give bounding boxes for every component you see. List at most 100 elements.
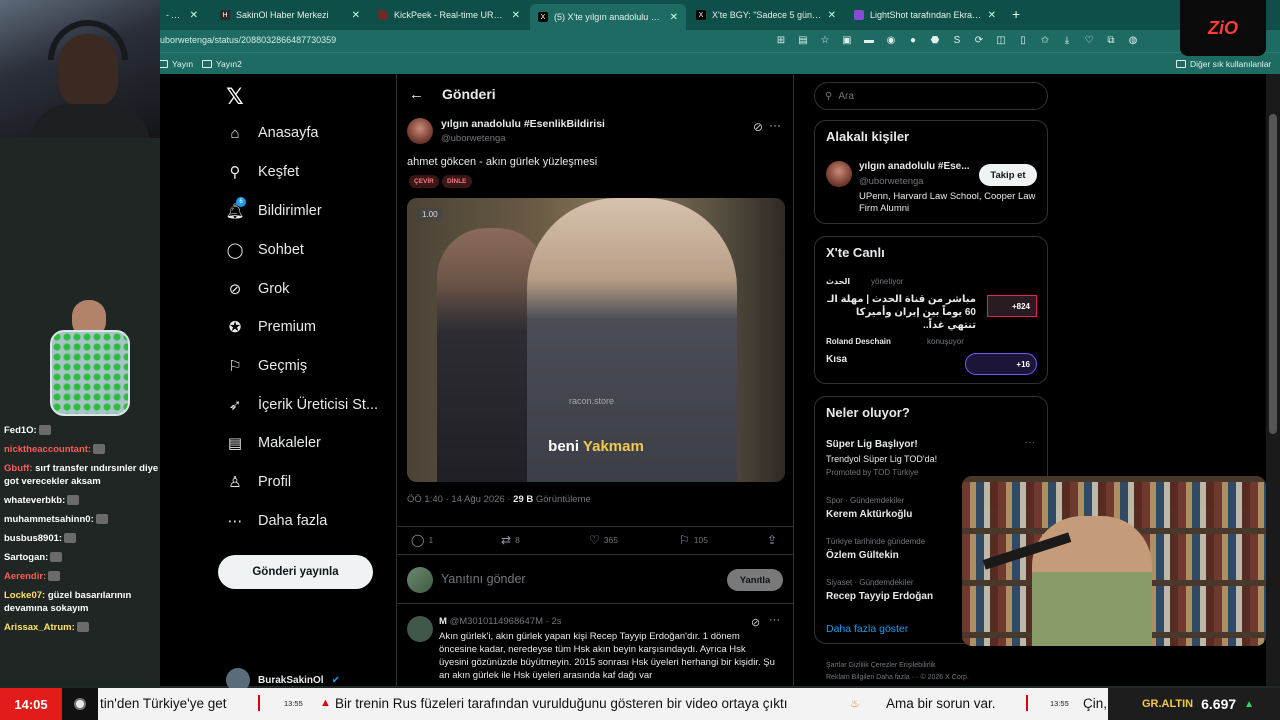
- tab-lightshot[interactable]: LightShot tarafından Ekran Görün ✕: [846, 4, 1004, 26]
- close-icon[interactable]: ✕: [670, 12, 678, 23]
- tab-sakinol[interactable]: H SakinOl Haber Merkezi ✕: [212, 4, 368, 26]
- split-view-icon[interactable]: ◫: [994, 34, 1008, 48]
- post-timestamp[interactable]: ÖÖ 1:40 · 14 Ağu 2026 ·: [407, 494, 513, 505]
- sidebar-icon[interactable]: ▯: [1016, 34, 1030, 48]
- close-icon[interactable]: ✕: [512, 10, 520, 21]
- bookmarks-bar: Yayın Yayın2 Diğer sık kullanılanlar: [0, 52, 1280, 74]
- bookmark-action[interactable]: ⚐ 105: [679, 533, 708, 547]
- related-name[interactable]: yılgın anadolulu #Ese...: [859, 161, 970, 172]
- extension-icon[interactable]: ▬: [862, 34, 876, 48]
- like-action[interactable]: ♡ 365: [589, 533, 618, 547]
- nav-item-bookmarks[interactable]: ⚐ Geçmiş: [226, 357, 307, 375]
- reply-action[interactable]: ◯ 1: [411, 533, 433, 547]
- bookmark-label: Diğer sık kullanılanlar: [1190, 59, 1272, 69]
- post-button[interactable]: Gönderi yayınla: [218, 555, 373, 589]
- author-handle[interactable]: @uborwetenga: [441, 133, 605, 144]
- close-icon[interactable]: ✕: [190, 10, 198, 21]
- download-icon[interactable]: ⤓: [1060, 34, 1074, 48]
- reply-author-handle[interactable]: @M3010114968647M · 2s: [450, 616, 562, 627]
- bookmark-yayin[interactable]: Yayın: [158, 59, 193, 69]
- translate-pill[interactable]: ÇEVİR: [409, 175, 439, 188]
- close-icon[interactable]: ✕: [988, 10, 996, 21]
- nav-item-chat[interactable]: ◯ Sohbet: [226, 241, 304, 259]
- close-icon[interactable]: ✕: [828, 10, 836, 21]
- nav-item-profile[interactable]: ♙ Profil: [226, 473, 291, 491]
- bookmark-icon: ⚐: [679, 533, 690, 547]
- premium-icon: ✪: [228, 319, 242, 336]
- extension-icon[interactable]: ⬣: [928, 34, 942, 48]
- listen-pill[interactable]: DİNLE: [442, 175, 472, 188]
- search-icon: ⚲: [825, 90, 833, 102]
- more-options-icon[interactable]: ···: [769, 118, 781, 132]
- nav-item-articles[interactable]: ▤ Makaleler: [226, 434, 321, 452]
- share-action[interactable]: ⇪: [767, 533, 777, 547]
- related-handle[interactable]: @uborwetenga: [859, 176, 924, 187]
- tab-search[interactable]: - Arama - ✕: [158, 4, 206, 26]
- nav-item-premium[interactable]: ✪ Premium: [226, 318, 316, 336]
- avatar[interactable]: [826, 161, 852, 187]
- extension-icon[interactable]: S: [950, 34, 964, 48]
- nav-item-home[interactable]: ⌂ Anasayfa: [226, 124, 318, 142]
- follow-button[interactable]: Takip et: [979, 164, 1037, 186]
- close-icon[interactable]: ✕: [352, 10, 360, 21]
- tab-x-bgy[interactable]: X X'te BGY: "Sadece 5 gün önce kün ✕: [688, 4, 844, 26]
- post-video[interactable]: 1.00 racon.store beni Yakmam: [407, 198, 785, 482]
- view-count: 29 B: [513, 494, 534, 505]
- extension-icon[interactable]: ●: [906, 34, 920, 48]
- post-author[interactable]: yılgın anadolulu #EsenlikBildirisi @ubor…: [407, 118, 605, 144]
- extension-icon[interactable]: ◉: [884, 34, 898, 48]
- new-tab-icon[interactable]: +: [1012, 6, 1020, 22]
- grok-icon[interactable]: ⊘: [751, 616, 760, 629]
- playback-speed-badge[interactable]: 1.00: [417, 208, 443, 221]
- avatar[interactable]: [407, 118, 433, 144]
- reply-button[interactable]: Yanıtla: [727, 569, 783, 591]
- more-options-icon[interactable]: ···: [769, 614, 780, 626]
- x-left-nav: 𝕏 ⌂ Anasayfa ⚲ Keşfet 🔔︎ 6 Bildirimler ◯ …: [160, 74, 396, 692]
- avatar[interactable]: [407, 616, 433, 642]
- card-title: Alakalı kişiler: [826, 129, 910, 144]
- reply-input[interactable]: Yanıtını gönder: [441, 572, 526, 586]
- footer-line[interactable]: Şartlar Gizlilik Çerezler Erişilebilirli…: [826, 660, 1056, 672]
- promoted-by: Promoted by TOD Türkiye: [826, 468, 919, 477]
- reader-icon[interactable]: ▤: [796, 34, 810, 48]
- nav-item-notifications[interactable]: 🔔︎ 6 Bildirimler: [225, 197, 322, 220]
- avatar[interactable]: ◍: [1126, 34, 1140, 48]
- url-field[interactable]: uborwetenga/status/2088032866487730359: [160, 35, 336, 45]
- tab-x-post[interactable]: X (5) X'te yılgın anadolulu #Esen ✕: [530, 4, 686, 30]
- author-name[interactable]: yılgın anadolulu #EsenlikBildirisi: [441, 118, 605, 130]
- show-more-link[interactable]: Daha fazla göster: [826, 623, 908, 635]
- search-input[interactable]: ⚲ Ara: [814, 82, 1048, 110]
- repost-action[interactable]: ⇄ 8: [501, 533, 520, 547]
- stream-chat: Fed1O: nicktheaccountant: Gbuff: sırf tr…: [4, 424, 172, 640]
- folder-icon: [202, 60, 212, 68]
- nav-item-creator-studio[interactable]: ➶ İçerik Üreticisi St...: [226, 396, 378, 414]
- back-arrow-icon[interactable]: ←: [409, 86, 424, 103]
- reply-author-name[interactable]: M: [439, 616, 447, 627]
- more-options-icon[interactable]: ···: [1025, 437, 1035, 448]
- chat-message: whateverbkb:: [4, 494, 172, 507]
- nav-item-more[interactable]: ⋯ Daha fazla: [226, 512, 328, 530]
- nav-item-grok[interactable]: ⊘ Grok: [226, 280, 290, 298]
- refresh-icon[interactable]: ⟳: [972, 34, 986, 48]
- chat-message: busbus8901:: [4, 532, 172, 545]
- extension-icon[interactable]: ▣: [840, 34, 854, 48]
- x-logo-icon[interactable]: 𝕏: [226, 84, 244, 110]
- bookmark-other[interactable]: Diğer sık kullanılanlar: [1176, 59, 1271, 69]
- reply-icon: ◯: [411, 533, 425, 547]
- scrollbar[interactable]: [1266, 74, 1280, 686]
- live-status: konuşuyor: [927, 337, 964, 346]
- footer-line[interactable]: Reklam Bilgileri Daha fazla ··· © 2026 X…: [826, 672, 1056, 684]
- star-icon[interactable]: ☆: [818, 34, 832, 48]
- bookmark-yayin2[interactable]: Yayın2: [202, 59, 242, 69]
- reply-header: M @M3010114968647M · 2s: [439, 616, 562, 627]
- heart-icon[interactable]: ♡: [1082, 34, 1096, 48]
- grok-icon[interactable]: ⊘: [753, 120, 763, 134]
- scrollbar-thumb[interactable]: [1269, 114, 1277, 434]
- avatar: [407, 567, 433, 593]
- tab-kickpeek[interactable]: KickPeek - Real-time URL Crawler ✕: [370, 4, 528, 26]
- nav-item-explore[interactable]: ⚲ Keşfet: [226, 163, 300, 181]
- screenshot-icon[interactable]: ⧉: [1104, 34, 1118, 48]
- nav-label: Geçmiş: [258, 358, 308, 374]
- install-app-icon[interactable]: ⊞: [774, 34, 788, 48]
- favorites-icon[interactable]: ✩: [1038, 34, 1052, 48]
